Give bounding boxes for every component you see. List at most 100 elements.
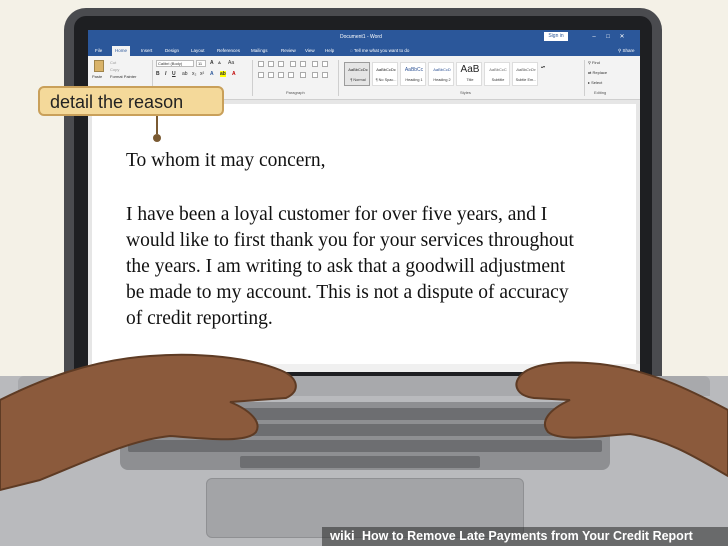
select-button[interactable]: ▸ Select bbox=[588, 80, 602, 85]
document-line: the years. I am writing to ask that a go… bbox=[126, 256, 566, 277]
numbering-icon[interactable] bbox=[268, 61, 274, 67]
style-heading-1[interactable]: AaBbCc Heading 1 bbox=[400, 62, 426, 86]
hands-illustration bbox=[0, 353, 728, 492]
callout-pointer bbox=[156, 116, 158, 134]
style-subtitle[interactable]: AaBbCcC Subtitle bbox=[484, 62, 510, 86]
find-button[interactable]: ⚲ Find bbox=[588, 60, 600, 65]
multilevel-list-icon[interactable] bbox=[278, 61, 284, 67]
ribbon-divider bbox=[338, 60, 339, 96]
title-bar: Document1 - Word Sign in – □ ✕ bbox=[88, 30, 640, 44]
ribbon-divider bbox=[252, 60, 253, 96]
document-line: would like to first thank you for your s… bbox=[126, 230, 574, 251]
borders-icon[interactable] bbox=[322, 72, 328, 78]
style-label: ¶ Normal bbox=[350, 78, 366, 82]
text-effects-icon[interactable]: A bbox=[210, 71, 214, 77]
replace-button[interactable]: ⇄ Replace bbox=[588, 70, 607, 75]
change-case-icon[interactable]: Aa bbox=[228, 60, 234, 66]
illustration: Document1 - Word Sign in – □ ✕ File Home… bbox=[0, 0, 728, 546]
tab-review[interactable]: Review bbox=[278, 46, 299, 56]
document-page[interactable]: To whom it may concern, I have been a lo… bbox=[92, 104, 636, 366]
italic-icon[interactable]: I bbox=[165, 71, 166, 77]
tell-me-search[interactable]: ◌ Tell me what you want to do bbox=[350, 46, 409, 56]
ribbon-tabs: File Home Insert Design Layout Reference… bbox=[88, 44, 640, 56]
grow-font-icon[interactable]: A bbox=[210, 60, 214, 66]
style-subtle-emphasis[interactable]: AaBbCcDc Subtle Em... bbox=[512, 62, 538, 86]
font-size-select[interactable]: 11 bbox=[196, 60, 206, 67]
editing-group-label: Editing bbox=[594, 90, 607, 95]
styles-scroll-icon[interactable]: ▴▾ bbox=[541, 64, 545, 69]
paste-button[interactable]: Paste bbox=[92, 74, 102, 79]
align-center-icon[interactable] bbox=[268, 72, 274, 78]
share-label: Share bbox=[622, 48, 635, 53]
line-spacing-icon[interactable] bbox=[300, 72, 306, 78]
maximize-icon[interactable]: □ bbox=[602, 32, 614, 42]
align-right-icon[interactable] bbox=[278, 72, 284, 78]
tab-view[interactable]: View bbox=[302, 46, 318, 56]
style-sample: AaBbCcDc bbox=[376, 67, 396, 72]
bullets-icon[interactable] bbox=[258, 61, 264, 67]
justify-icon[interactable] bbox=[288, 72, 294, 78]
style-no-spacing[interactable]: AaBbCcDc ¶ No Spac... bbox=[372, 62, 398, 86]
minimize-icon[interactable]: – bbox=[588, 32, 600, 42]
left-hand bbox=[0, 353, 297, 492]
tab-layout[interactable]: Layout bbox=[188, 46, 208, 56]
document-line: of credit reporting. bbox=[126, 308, 273, 329]
callout-text: detail the reason bbox=[50, 92, 184, 112]
strikethrough-icon[interactable]: ab bbox=[182, 71, 188, 77]
document-title: Document1 - Word bbox=[340, 34, 382, 40]
shading-icon[interactable] bbox=[312, 72, 318, 78]
underline-icon[interactable]: U bbox=[172, 71, 176, 77]
decrease-indent-icon[interactable] bbox=[290, 61, 296, 67]
step-callout: detail the reason bbox=[38, 86, 224, 116]
style-sample: AaB bbox=[460, 64, 480, 75]
style-title[interactable]: AaB Title bbox=[456, 62, 482, 86]
style-label: Heading 2 bbox=[433, 78, 451, 82]
style-sample: AaBbCc bbox=[404, 67, 424, 73]
tab-mailings[interactable]: Mailings bbox=[248, 46, 271, 56]
style-heading-2[interactable]: AaBbCcD Heading 2 bbox=[428, 62, 454, 86]
tell-me-label: Tell me what you want to do bbox=[353, 48, 410, 53]
caption-title: How to Remove Late Payments from Your Cr… bbox=[362, 529, 693, 543]
highlight-icon[interactable]: ab bbox=[220, 71, 226, 77]
bold-icon[interactable]: B bbox=[156, 71, 160, 77]
replace-label: Replace bbox=[592, 70, 608, 75]
tab-insert[interactable]: Insert bbox=[138, 46, 155, 56]
paste-icon[interactable] bbox=[94, 60, 104, 72]
find-label: Find bbox=[592, 60, 600, 65]
styles-group-label: Styles bbox=[460, 90, 471, 95]
style-sample: AaBbCcDc bbox=[516, 67, 536, 72]
style-normal[interactable]: AaBbCcDc ¶ Normal bbox=[344, 62, 370, 86]
sort-icon[interactable] bbox=[312, 61, 318, 67]
style-label: ¶ No Spac... bbox=[375, 78, 397, 82]
align-left-icon[interactable] bbox=[258, 72, 264, 78]
style-sample: AaBbCcC bbox=[489, 67, 507, 72]
font-name-select[interactable]: Calibri (Body) bbox=[156, 60, 194, 67]
tab-references[interactable]: References bbox=[214, 46, 243, 56]
copy-button[interactable]: Copy bbox=[110, 67, 119, 72]
tab-help[interactable]: Help bbox=[322, 46, 337, 56]
style-sample: AaBbCcD bbox=[433, 67, 451, 72]
format-painter-button[interactable]: Format Painter bbox=[110, 74, 136, 79]
share-button[interactable]: ⚲ Share bbox=[618, 46, 635, 56]
subscript-icon[interactable]: x₂ bbox=[192, 71, 196, 77]
tab-home[interactable]: Home bbox=[112, 46, 131, 56]
document-line: To whom it may concern, bbox=[126, 150, 326, 171]
style-label: Heading 1 bbox=[405, 78, 423, 82]
select-label: Select bbox=[591, 80, 603, 85]
style-label: Subtitle bbox=[491, 78, 505, 82]
style-label: Title bbox=[466, 78, 474, 82]
callout-dot bbox=[153, 134, 161, 142]
document-line: be made to my account. This is not a dis… bbox=[126, 282, 569, 303]
show-marks-icon[interactable] bbox=[322, 61, 328, 67]
tab-file[interactable]: File bbox=[92, 46, 105, 56]
close-icon[interactable]: ✕ bbox=[616, 32, 628, 42]
increase-indent-icon[interactable] bbox=[300, 61, 306, 67]
superscript-icon[interactable]: x² bbox=[200, 71, 204, 77]
right-hand bbox=[515, 361, 728, 478]
ribbon-divider bbox=[584, 60, 585, 96]
cut-button[interactable]: Cut bbox=[110, 60, 116, 65]
shrink-font-icon[interactable]: A bbox=[218, 60, 221, 65]
font-color-icon[interactable]: A bbox=[232, 71, 236, 77]
sign-in-button[interactable]: Sign in bbox=[544, 32, 568, 41]
tab-design[interactable]: Design bbox=[162, 46, 182, 56]
